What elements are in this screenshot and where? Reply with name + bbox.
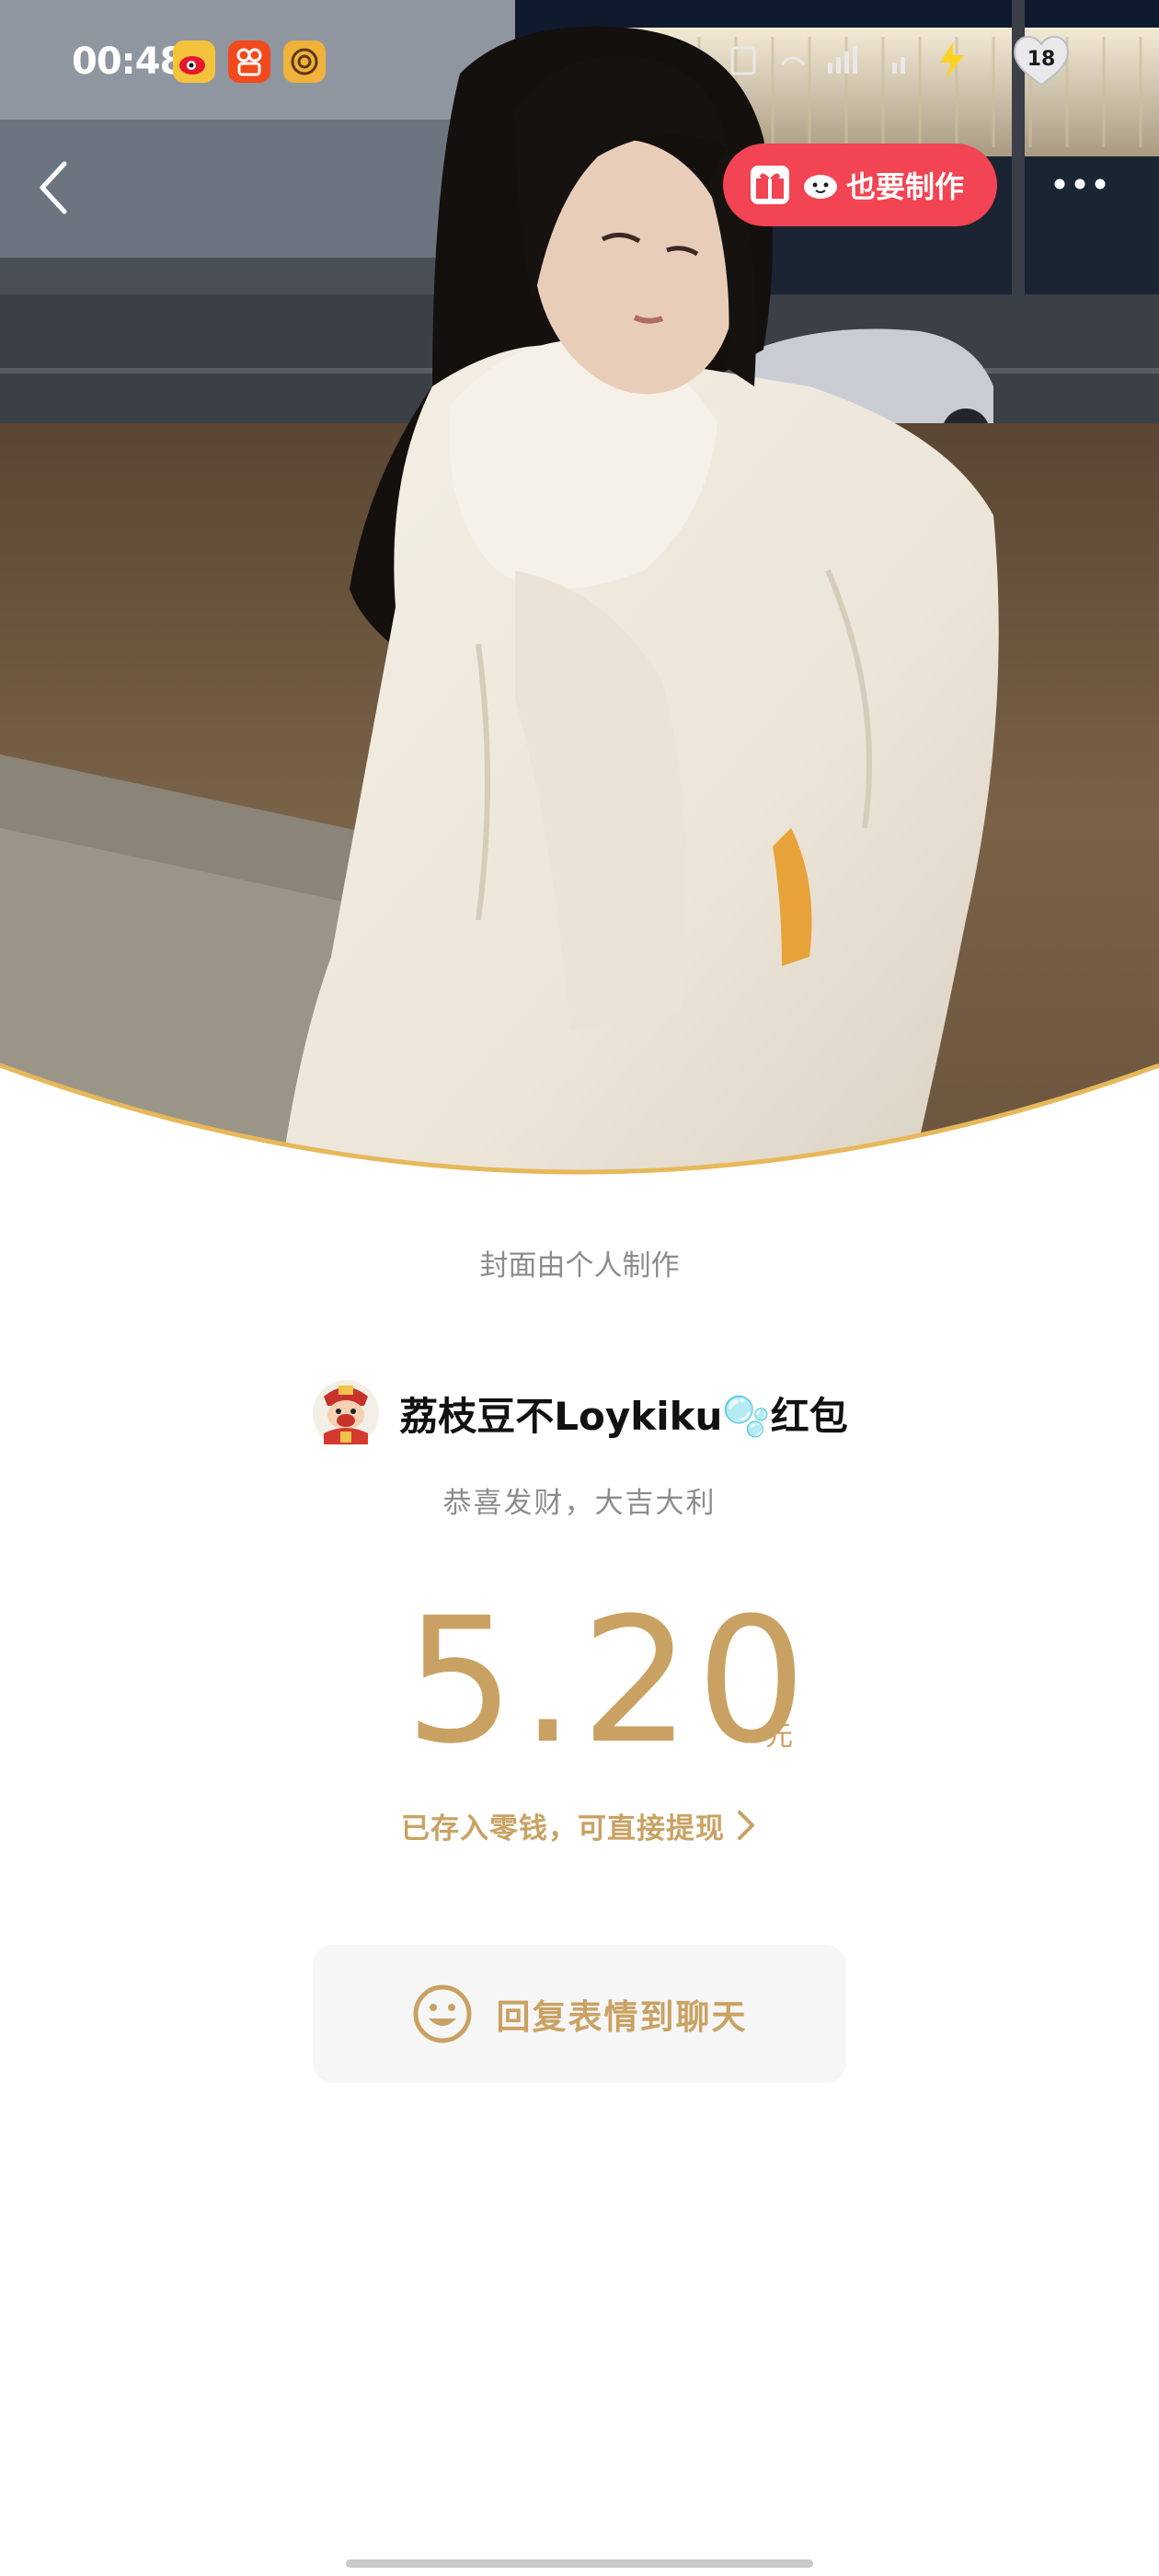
amount-unit: 元 [765,1720,793,1753]
battery-level: 18 [1027,48,1056,71]
more-button[interactable] [1050,167,1109,201]
home-indicator[interactable] [346,2559,813,2568]
camera-app-icon [283,40,326,83]
kuaishou-icon [228,40,270,83]
more-dots-icon [1054,178,1106,190]
back-button[interactable] [29,155,77,221]
mascot-face-icon [804,175,837,199]
smiley-icon [413,1984,471,2043]
stored-to-wallet-text: 已存入零钱，可直接提现 [401,1811,725,1846]
reply-sticker-label: 回复表情到聊天 [496,1997,748,2037]
blessing-text: 恭喜发财，大吉大利 [442,1487,717,1520]
gift-icon [751,166,789,204]
system-status-icons [730,42,964,79]
sender-title: 荔枝豆不Loykiku🫧红包 [399,1393,848,1439]
reply-sticker-button[interactable]: 回复表情到聊天 [313,1945,846,2083]
weibo-icon [173,40,215,83]
make-cover-button[interactable]: 也要制作 [723,144,997,226]
cover-credit-note: 封面由个人制作 [479,1249,680,1282]
amount-value: 5.20 [405,1581,812,1782]
status-time: 00:48 [72,40,185,83]
chevron-right-icon [738,1811,754,1840]
chevron-left-icon [40,161,67,214]
wallet-link[interactable]: 已存入零钱，可直接提现 [0,1801,1159,1849]
cover-image: 00:48 18 也要制作 [0,0,1159,1214]
make-cover-label: 也要制作 [846,169,965,204]
amount-row: 5.20 元 [0,1590,1159,1774]
god-of-wealth-avatar-icon [313,1380,380,1446]
battery-indicator: 18 [1010,33,1073,88]
sender-row: 荔枝豆不Loykiku🫧红包 [0,1376,1159,1450]
status-bar: 00:48 18 [0,0,1159,129]
